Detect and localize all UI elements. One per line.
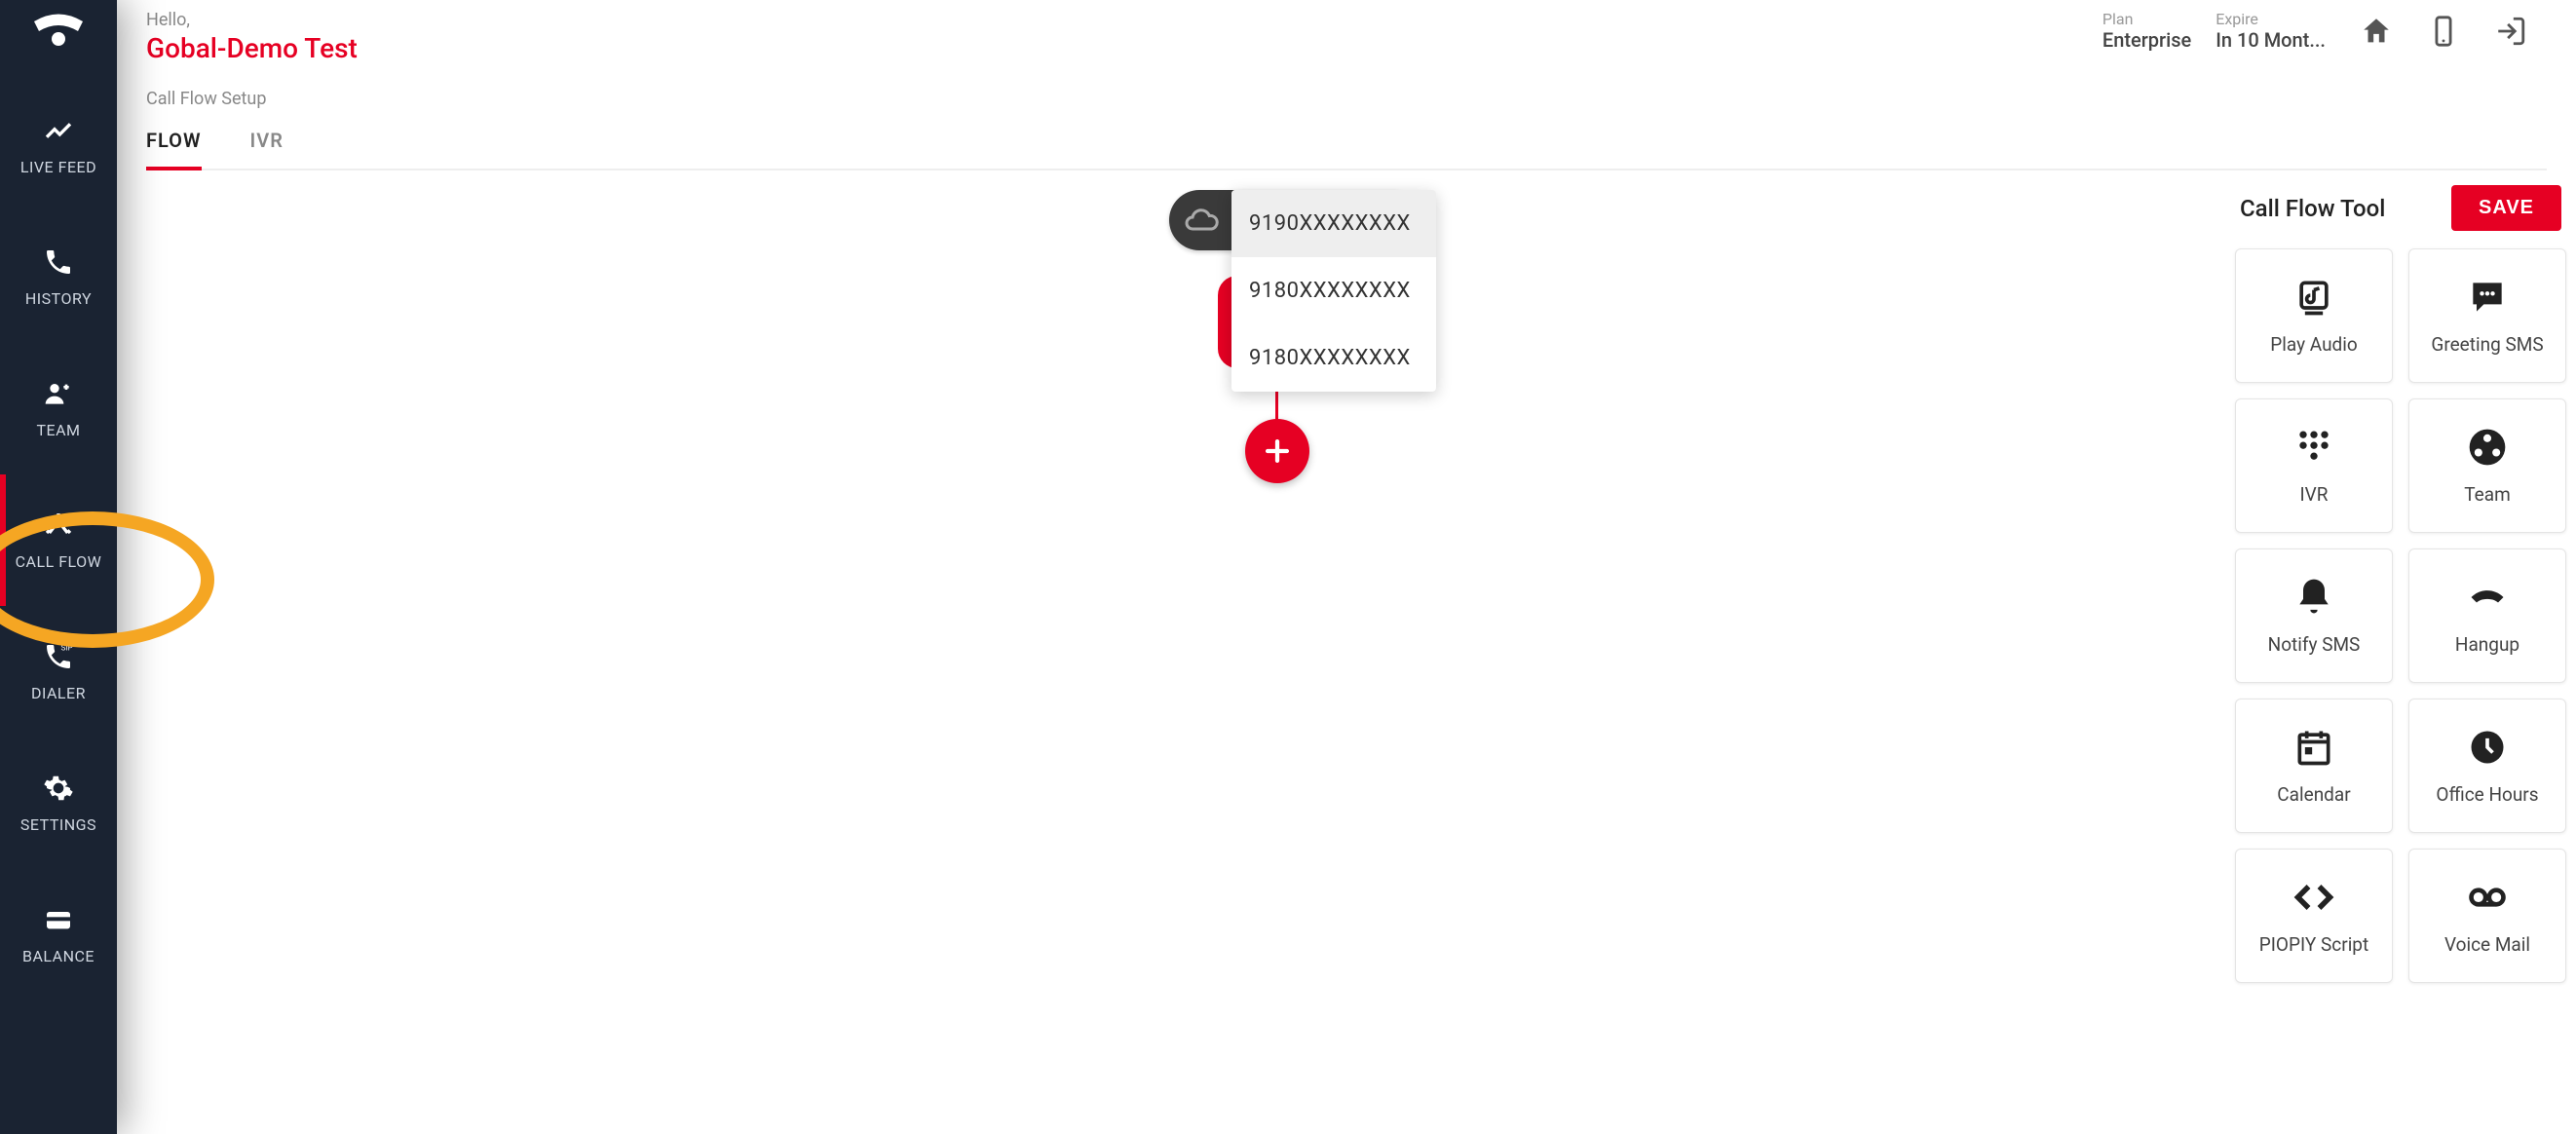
hello-text: Hello, [146, 10, 358, 30]
tool-ivr[interactable]: IVR [2235, 398, 2393, 533]
tool-label: Hangup [2455, 633, 2519, 656]
tool-label: Voice Mail [2444, 933, 2530, 956]
callflow-icon [43, 510, 74, 541]
subheader: Call Flow Setup FLOW IVR [117, 64, 2576, 170]
chat-icon [2466, 276, 2509, 319]
tab-ivr[interactable]: IVR [250, 129, 284, 169]
tool-label: Greeting SMS [2431, 333, 2543, 356]
tool-voice-mail[interactable]: Voice Mail [2408, 849, 2566, 983]
add-node-button[interactable] [1245, 419, 1309, 483]
tab-flow[interactable]: FLOW [146, 129, 202, 170]
card-icon [43, 904, 74, 935]
sidebar-label-livefeed: LIVE FEED [20, 158, 96, 176]
plan-block: Plan Enterprise Expire In 10 Mont... [2102, 10, 2326, 52]
plan-value: Enterprise [2102, 28, 2191, 52]
music-note-icon [2292, 276, 2335, 319]
tool-label: Calendar [2277, 783, 2350, 806]
mobile-icon[interactable] [2427, 15, 2460, 48]
sidebar-label-history: HISTORY [25, 289, 92, 308]
sidebar-label-settings: SETTINGS [20, 815, 96, 834]
tool-play-audio[interactable]: Play Audio [2235, 248, 2393, 383]
tool-label: IVR [2300, 483, 2329, 506]
phone-icon [43, 246, 74, 278]
header-greeting: Hello, Gobal-Demo Test [146, 10, 358, 64]
team-add-icon [43, 378, 74, 409]
dropdown-option-0[interactable]: 9190XXXXXXXX [1231, 190, 1436, 257]
plan-col: Plan Enterprise [2102, 10, 2191, 52]
app-root: LIVE FEED HISTORY TEAM CALL FLOW SIP DIA… [0, 0, 2576, 1134]
sidebar: LIVE FEED HISTORY TEAM CALL FLOW SIP DIA… [0, 0, 117, 1134]
toolbar-title: Call Flow Tool [2240, 195, 2385, 222]
dialer-icon: SIP [43, 641, 74, 672]
save-button[interactable]: SAVE [2451, 185, 2561, 231]
brand-logo[interactable] [29, 12, 88, 51]
cloud-icon [1184, 203, 1219, 238]
sidebar-label-team: TEAM [36, 421, 80, 439]
code-icon [2292, 876, 2335, 919]
tool-label: Office Hours [2436, 783, 2538, 806]
clock-icon [2466, 726, 2509, 769]
calendar-icon [2292, 726, 2335, 769]
sidebar-item-team[interactable]: TEAM [0, 343, 117, 474]
tool-label: Team [2464, 483, 2511, 506]
plan-label: Plan [2102, 10, 2191, 28]
hangup-icon [2466, 576, 2509, 619]
livefeed-icon [43, 115, 74, 146]
sidebar-label-balance: BALANCE [22, 947, 95, 965]
tool-greeting-sms[interactable]: Greeting SMS [2408, 248, 2566, 383]
tool-hangup[interactable]: Hangup [2408, 548, 2566, 683]
tool-team[interactable]: Team [2408, 398, 2566, 533]
company-name: Gobal-Demo Test [146, 32, 358, 64]
tool-label: Play Audio [2270, 333, 2357, 356]
header-right: Plan Enterprise Expire In 10 Mont... [2102, 10, 2547, 52]
sidebar-label-callflow: CALL FLOW [16, 552, 102, 571]
toolbar-header: Call Flow Tool SAVE [2235, 185, 2566, 231]
expire-label: Expire [2216, 10, 2326, 28]
breadcrumb: Call Flow Setup [146, 89, 2547, 109]
tool-label: PIOPIY Script [2259, 933, 2368, 956]
expire-value: In 10 Mont... [2216, 28, 2326, 52]
sidebar-item-history[interactable]: HISTORY [0, 211, 117, 343]
expire-col: Expire In 10 Mont... [2216, 10, 2326, 52]
sidebar-item-settings[interactable]: SETTINGS [0, 737, 117, 869]
sidebar-item-callflow[interactable]: CALL FLOW [0, 474, 117, 606]
flow-canvas[interactable]: 9190XXXXXXXX 9180XXXXXXXX 9180XXXXXXXX C… [117, 170, 2576, 1134]
logout-icon[interactable] [2494, 15, 2527, 48]
voicemail-icon [2466, 876, 2509, 919]
home-icon[interactable] [2360, 15, 2393, 48]
dropdown-option-1[interactable]: 9180XXXXXXXX [1231, 257, 1436, 324]
sidebar-item-balance[interactable]: BALANCE [0, 869, 117, 1001]
dropdown-option-2[interactable]: 9180XXXXXXXX [1231, 324, 1436, 392]
tool-grid: Play Audio Greeting SMS IVR Team [2235, 248, 2566, 983]
tool-calendar[interactable]: Calendar [2235, 699, 2393, 833]
tool-notify-sms[interactable]: Notify SMS [2235, 548, 2393, 683]
tool-piopiy-script[interactable]: PIOPIY Script [2235, 849, 2393, 983]
tool-office-hours[interactable]: Office Hours [2408, 699, 2566, 833]
header: Hello, Gobal-Demo Test Plan Enterprise E… [117, 0, 2576, 64]
call-flow-toolbar: Call Flow Tool SAVE Play Audio Greeting … [2235, 185, 2566, 983]
gear-icon [43, 773, 74, 804]
bell-icon [2292, 576, 2335, 619]
sidebar-item-dialer[interactable]: SIP DIALER [0, 606, 117, 737]
dialpad-icon [2292, 426, 2335, 469]
sidebar-item-livefeed[interactable]: LIVE FEED [0, 80, 117, 211]
main-content: Hello, Gobal-Demo Test Plan Enterprise E… [117, 0, 2576, 1134]
number-dropdown: 9190XXXXXXXX 9180XXXXXXXX 9180XXXXXXXX [1231, 190, 1436, 392]
sidebar-label-dialer: DIALER [31, 684, 86, 702]
tool-label: Notify SMS [2268, 633, 2361, 656]
tab-bar: FLOW IVR [146, 129, 2547, 170]
team-icon [2466, 426, 2509, 469]
svg-text:SIP: SIP [61, 643, 73, 652]
